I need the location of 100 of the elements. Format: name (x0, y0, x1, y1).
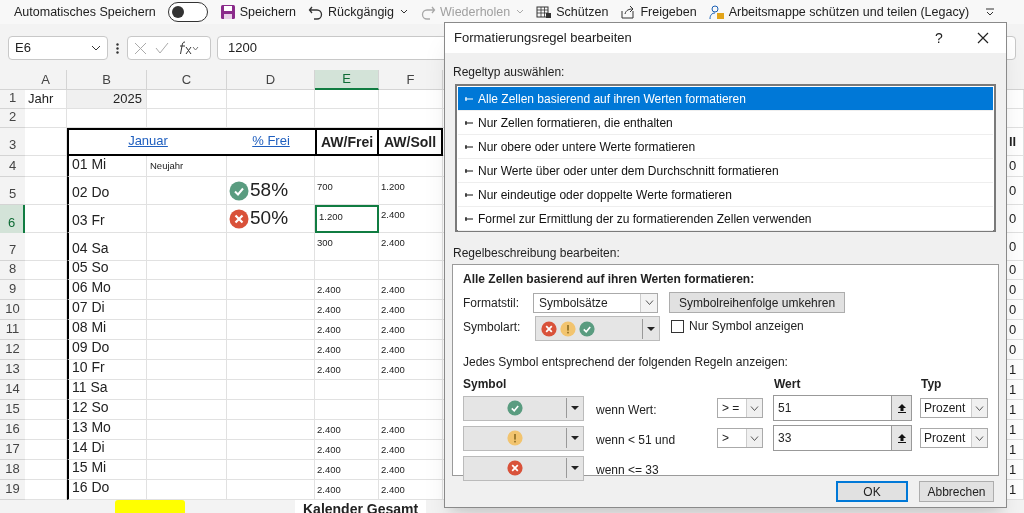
exclamation-circle-icon (560, 320, 576, 337)
row-header[interactable]: 2 (0, 109, 25, 128)
row-header[interactable]: 13 (0, 360, 25, 380)
row-header[interactable]: 19 (0, 480, 25, 500)
exclamation-circle-icon (507, 430, 523, 446)
row-header[interactable]: 18 (0, 460, 25, 480)
more-icon[interactable] (116, 42, 119, 54)
value-field[interactable]: 51 (773, 395, 912, 421)
operator-dropdown[interactable]: > (717, 428, 763, 448)
function-icon[interactable] (177, 41, 199, 55)
cell-text: 13 Mo (67, 420, 147, 440)
icon-style-dropdown[interactable] (535, 316, 660, 341)
close-icon[interactable] (977, 32, 989, 44)
up-arrow-icon[interactable] (897, 433, 906, 443)
checkbox[interactable] (671, 319, 684, 333)
percent-value: 50% (250, 206, 289, 231)
empty-cell (315, 156, 379, 177)
row-header[interactable]: 3 (0, 128, 25, 156)
row-header[interactable]: 8 (0, 261, 25, 280)
cell-text: 08 Mi (67, 320, 147, 340)
arrow-icon (465, 119, 474, 126)
reverse-order-button[interactable]: Symbolreihenfolge umkehren (669, 292, 846, 313)
row-header[interactable]: 5 (0, 177, 25, 205)
redo-icon (420, 4, 437, 20)
cell-text: 07 Di (67, 300, 147, 320)
rule-type-item[interactable]: Nur eindeutige oder doppelte Werte formatieren (458, 183, 993, 207)
cell-text: 700 (315, 177, 379, 205)
cell-text: 300 (315, 233, 379, 261)
column-header[interactable]: D (227, 70, 315, 90)
up-arrow-icon[interactable] (897, 403, 906, 413)
name-box[interactable]: E6 (8, 36, 108, 60)
column-header[interactable]: E (315, 70, 379, 90)
symbol-dropdown[interactable] (463, 455, 584, 481)
row-header[interactable]: 17 (0, 440, 25, 460)
cell-text: 05 So (67, 261, 147, 280)
cell-text: 02 Do (67, 177, 147, 205)
row-header[interactable]: 11 (0, 320, 25, 340)
caret-icon[interactable] (400, 9, 409, 15)
percent-link[interactable]: % Frei (252, 130, 290, 150)
dropdown-arrow-icon (571, 466, 579, 470)
row-header[interactable]: 4 (0, 156, 25, 177)
rule-type-item[interactable]: Nur Werte über oder unter dem Durchschnitt formatieren (458, 159, 993, 183)
share-icon (620, 4, 637, 20)
column-header[interactable]: F (379, 70, 443, 90)
row-header[interactable]: 1 (0, 90, 25, 109)
type-dropdown[interactable]: Prozent (920, 398, 988, 418)
cancel-icon[interactable] (134, 41, 147, 55)
empty-cell (315, 90, 379, 109)
rule-type-item[interactable]: Nur Zellen formatieren, die enthalten (458, 111, 993, 135)
empty-cell (315, 109, 379, 128)
cell-text: 2.400 (379, 420, 443, 440)
chevron-down-icon (750, 435, 759, 441)
column-label: Symbol (463, 376, 508, 393)
check-icon[interactable] (155, 42, 169, 54)
overflow-icon[interactable] (985, 7, 996, 17)
empty-cell (315, 380, 379, 400)
cell-text: 2.400 (315, 360, 379, 380)
dropdown-arrow-icon (647, 326, 655, 331)
row-header[interactable]: 15 (0, 400, 25, 420)
instruction-text: Jedes Symbol entsprechend der folgenden Regeln anzeigen: (463, 354, 789, 371)
arrow-icon (465, 143, 474, 150)
dialog-button[interactable]: OK (836, 481, 908, 502)
section-label: Regelbeschreibung bearbeiten: (453, 245, 621, 262)
column-header[interactable]: C (147, 70, 227, 90)
toolbar-button[interactable]: Schützen (536, 2, 609, 22)
month-link[interactable]: Januar (128, 130, 168, 150)
toolbar-button[interactable]: Speichern (219, 2, 297, 22)
toolbar-button[interactable]: Arbeitsmappe schützen und teilen (Legacy) (708, 2, 970, 22)
type-dropdown[interactable]: Prozent (920, 428, 988, 448)
row-header[interactable]: 6 (0, 205, 25, 233)
chevron-down-icon (975, 405, 984, 411)
row-header[interactable]: 7 (0, 233, 25, 261)
help-button[interactable]: ? (929, 27, 949, 49)
toolbar-button[interactable]: Rückgängig (308, 2, 395, 22)
symbol-dropdown[interactable] (463, 395, 584, 421)
toolbar-button[interactable]: Freigeben (620, 2, 697, 22)
empty-cell (379, 90, 443, 109)
dialog-button[interactable]: Abbrechen (919, 481, 994, 502)
rule-type-item[interactable]: Alle Zellen basierend auf ihren Werten formatieren (458, 87, 993, 111)
row-header[interactable]: 12 (0, 340, 25, 360)
autosave-toggle[interactable] (167, 2, 208, 22)
format-style-dropdown[interactable]: Symbolsätze (533, 292, 658, 313)
row-header[interactable]: 14 (0, 380, 25, 400)
rule-type-item[interactable]: Formel zur Ermittlung der zu formatierenden Zellen verwenden (458, 207, 993, 231)
row-header[interactable]: 9 (0, 280, 25, 300)
empty-cell (379, 261, 443, 280)
row-header[interactable]: 10 (0, 300, 25, 320)
field-label: Formatstil: (463, 294, 520, 312)
rule-type-item[interactable]: Nur obere oder untere Werte formatieren (458, 135, 993, 159)
empty-cell (379, 400, 443, 420)
row-header[interactable]: 16 (0, 420, 25, 440)
condition-text: wenn Wert: (596, 401, 658, 419)
autosave-label: Automatisches Speichern (14, 3, 156, 21)
value-field[interactable]: 33 (773, 425, 912, 451)
column-header[interactable]: B (67, 70, 147, 90)
operator-dropdown[interactable]: > = (717, 398, 763, 418)
section-label: Regeltyp auswählen: (453, 64, 566, 81)
arrow-icon (465, 95, 474, 102)
column-header[interactable]: A (25, 70, 67, 90)
cross-circle-icon (507, 460, 523, 476)
